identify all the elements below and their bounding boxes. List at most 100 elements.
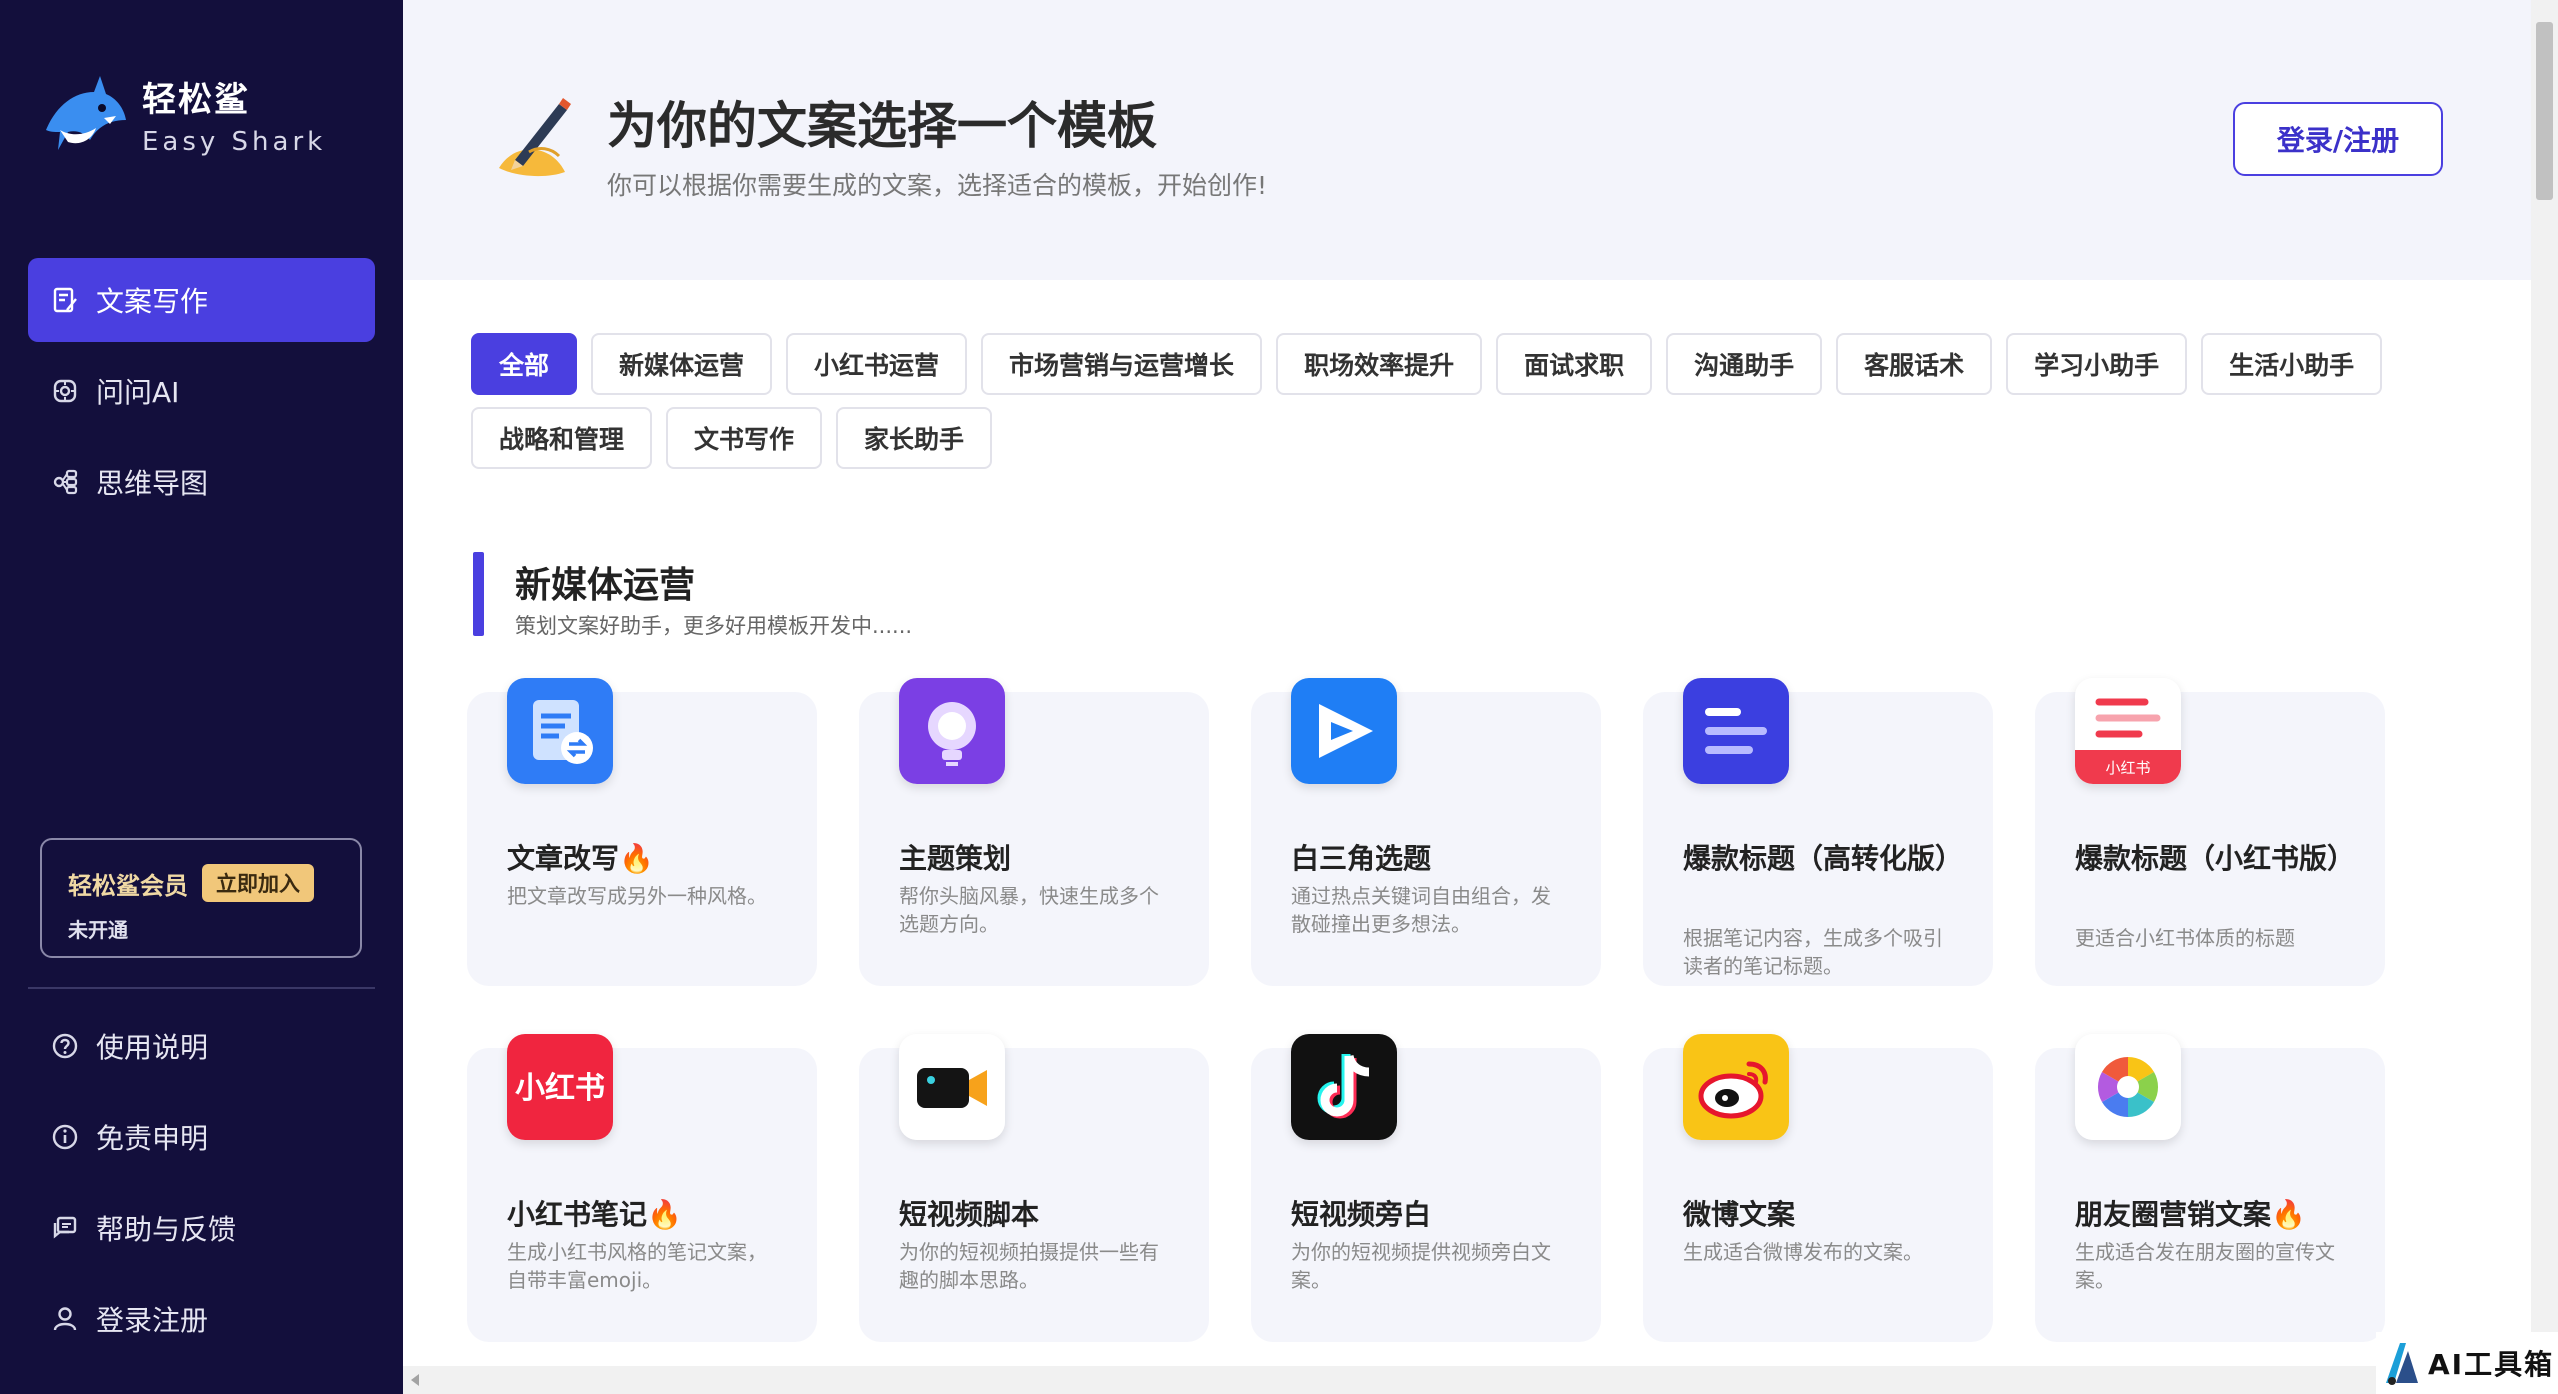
tab-new-media[interactable]: 新媒体运营 [591,333,773,395]
template-card-short-video-script[interactable]: 短视频脚本 为你的短视频拍摄提供一些有趣的脚本思路。 [859,1034,1209,1342]
tab-strategy-management[interactable]: 战略和管理 [471,407,653,469]
template-card-short-video-narration[interactable]: 短视频旁白 为你的短视频提供视频旁白文案。 [1251,1034,1601,1342]
feedback-icon [50,1213,80,1243]
article-rewrite-icon [507,678,613,784]
vertical-scroll-thumb[interactable] [2536,22,2553,200]
shark-logo-icon [46,76,126,150]
card-description: 更适合小红书体质的标题 [2075,926,2295,950]
template-card-weibo[interactable]: 微博文案 生成适合微博发布的文案。 [1643,1034,1993,1342]
membership-title: 轻松鲨会员 [68,871,188,900]
tab-communication[interactable]: 沟通助手 [1666,333,1823,395]
sidebar-divider [28,987,375,989]
sidebar-item-label: 问问AI [96,376,180,409]
card-description: 把文章改写成另外一种风格。 [507,884,767,908]
brand-name-en: Easy Shark [142,126,327,157]
help-circle-icon [50,1031,80,1061]
card-title: 小红书笔记🔥 [507,1198,682,1231]
card-description: 生成适合微博发布的文案。 [1683,1240,1923,1264]
brand-name-cn: 轻松鲨 [142,79,250,120]
info-circle-icon [50,1122,80,1152]
watermark-text: AI工具箱 [2428,1348,2555,1381]
card-title: 微博文案 [1683,1198,1796,1231]
card-description: 为你的短视频提供视频旁白文案。 [1291,1240,1551,1292]
membership-status: 未开通 [68,918,128,942]
tab-study-assistant[interactable]: 学习小助手 [2006,333,2188,395]
tab-xiaohongshu[interactable]: 小红书运营 [786,333,968,395]
template-card-moments-marketing[interactable]: 朋友圈营销文案🔥 生成适合发在朋友圈的宣传文案。 [2035,1034,2385,1342]
tab-workplace-efficiency[interactable]: 职场效率提升 [1276,333,1483,395]
sidebar-item-label: 思维导图 [96,467,209,500]
card-title: 爆款标题（高转化版） [1683,842,1964,875]
login-register-button[interactable]: 登录/注册 [2233,102,2443,176]
card-title: 短视频旁白 [1291,1198,1432,1231]
template-card-white-triangle[interactable]: 白三角选题 通过热点关键词自由组合，发散碰撞出更多想法。 [1251,678,1601,986]
card-description: 生成小红书风格的笔记文案，自带丰富emoji。 [507,1240,767,1292]
video-camera-icon [899,1034,1005,1140]
tab-customer-service[interactable]: 客服话术 [1836,333,1993,395]
tab-document-writing[interactable]: 文书写作 [666,407,823,469]
sidebar-item-feedback[interactable]: 帮助与反馈 [28,1186,375,1270]
watermark-logo-icon [2386,1343,2418,1385]
title-lines-icon [1683,678,1789,784]
tab-life-assistant[interactable]: 生活小助手 [2201,333,2383,395]
sidebar-item-label: 帮助与反馈 [96,1213,237,1246]
sidebar-item-label: 使用说明 [96,1031,209,1064]
xiaohongshu-logo-icon: 小红书 [507,1034,613,1140]
card-description: 通过热点关键词自由组合，发散碰撞出更多想法。 [1291,884,1551,936]
card-title: 文章改写🔥 [507,842,654,875]
sidebar-item-mindmap[interactable]: 思维导图 [28,440,375,524]
horizontal-scrollbar[interactable] [403,1366,2531,1394]
user-icon [50,1304,80,1334]
card-title: 短视频脚本 [899,1198,1040,1231]
tab-all[interactable]: 全部 [471,333,578,395]
watermark: AI工具箱 [2376,1332,2558,1394]
tab-marketing-growth[interactable]: 市场营销与运营增长 [981,333,1263,395]
section-accent-bar [473,552,484,636]
page-subtitle: 你可以根据你需要生成的文案，选择适合的模板，开始创作! [607,171,1268,200]
xiaohongshu-badge-text: 小红书 [2105,759,2150,777]
mindmap-icon [50,467,80,497]
membership-card: 轻松鲨会员 立即加入 未开通 [40,838,362,958]
writing-hand-icon [499,98,571,177]
main-content: 为你的文案选择一个模板 你可以根据你需要生成的文案，选择适合的模板，开始创作! … [403,0,2531,1394]
card-title: 主题策划 [899,842,1012,875]
section-subtitle: 策划文案好助手，更多好用模板开发中...... [515,614,913,638]
template-card-xiaohongshu-note[interactable]: 小红书 小红书笔记🔥 生成小红书风格的笔记文案，自带丰富emoji。 [467,1034,817,1342]
card-description: 根据笔记内容，生成多个吸引读者的笔记标题。 [1683,926,1943,978]
template-card-topic-planning[interactable]: 主题策划 帮你头脑风暴，快速生成多个选题方向。 [859,678,1209,986]
card-description: 帮你头脑风暴，快速生成多个选题方向。 [899,884,1159,936]
sidebar-item-label: 免责申明 [96,1122,209,1155]
sidebar-nav: 文案写作 问问AI 思维导图 [28,258,375,531]
xiaohongshu-logo-text: 小红书 [515,1071,605,1106]
sidebar-item-disclaimer[interactable]: 免责申明 [28,1095,375,1179]
tab-parent-assistant[interactable]: 家长助手 [836,407,993,469]
page-header: 为你的文案选择一个模板 你可以根据你需要生成的文案，选择适合的模板，开始创作! … [403,0,2531,280]
scroll-left-arrow-icon[interactable] [411,1374,419,1386]
template-card-article-rewrite[interactable]: 文章改写🔥 把文章改写成另外一种风格。 [467,678,817,986]
sidebar-item-copywriting[interactable]: 文案写作 [28,258,375,342]
sidebar-item-usage-guide[interactable]: 使用说明 [28,1004,375,1088]
sidebar-item-label: 文案写作 [96,285,209,318]
sidebar-item-login[interactable]: 登录注册 [28,1277,375,1361]
tab-interview[interactable]: 面试求职 [1496,333,1653,395]
sidebar-item-ask-ai[interactable]: 问问AI [28,349,375,433]
weibo-icon [1683,1034,1789,1140]
xiaohongshu-doc-icon: 小红书 [2075,678,2181,784]
lightbulb-icon [899,678,1005,784]
card-description: 为你的短视频拍摄提供一些有趣的脚本思路。 [899,1240,1159,1292]
category-tabs: 全部 新媒体运营 小红书运营 市场营销与运营增长 职场效率提升 面试求职 沟通助… [471,333,2431,481]
tiktok-icon [1291,1034,1397,1140]
vertical-scrollbar[interactable] [2531,0,2558,1394]
card-title: 白三角选题 [1291,842,1432,875]
template-card-hot-title-xiaohongshu[interactable]: 小红书 爆款标题（小红书版） 更适合小红书体质的标题 [2035,678,2385,986]
moments-icon [2075,1034,2181,1140]
white-triangle-icon [1291,678,1397,784]
section-title: 新媒体运营 [515,565,696,606]
brand-logo[interactable]: 轻松鲨 Easy Shark [40,70,326,158]
join-membership-button[interactable]: 立即加入 [202,864,314,902]
sidebar-bottom-nav: 使用说明 免责申明 帮助与反馈 登录注册 [28,1004,375,1368]
ai-chat-icon [50,376,80,406]
template-card-hot-title-conversion[interactable]: 爆款标题（高转化版） 根据笔记内容，生成多个吸引读者的笔记标题。 [1643,678,1993,986]
edit-doc-icon [50,285,80,315]
card-title: 爆款标题（小红书版） [2075,842,2356,875]
